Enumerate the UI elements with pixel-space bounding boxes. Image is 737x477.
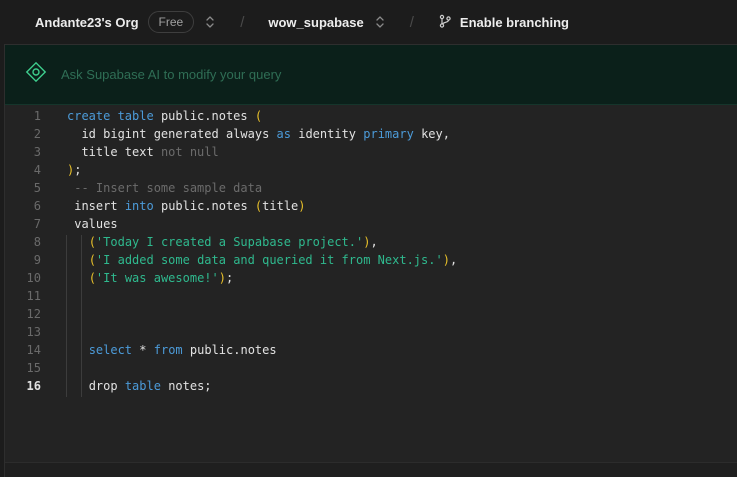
code-line: 8 ('Today I created a Supabase project.'… [5, 233, 737, 251]
code-line: 10 ('It was awesome!'); [5, 269, 737, 287]
code-text: ('Today I created a Supabase project.'), [88, 235, 378, 249]
ai-prompt-bar[interactable]: Ask Supabase AI to modify your query [5, 45, 737, 105]
line-number: 2 [33, 127, 41, 141]
code-text: ); [67, 163, 82, 177]
org-selector[interactable]: Andante23's Org Free [35, 11, 216, 33]
line-number: 9 [33, 253, 41, 267]
code-line: 14 select * from public.notes [5, 341, 737, 359]
code-text: title text not null [81, 145, 219, 159]
line-number: 12 [26, 307, 41, 321]
breadcrumb-separator: / [409, 13, 414, 31]
line-number: 3 [33, 145, 41, 159]
ai-prompt-input[interactable]: Ask Supabase AI to modify your query [61, 67, 281, 82]
code-text: select * from public.notes [88, 343, 277, 357]
git-branch-icon [438, 14, 460, 31]
chevron-up-down-icon[interactable] [204, 15, 216, 29]
line-number: 1 [33, 109, 41, 123]
line-number: 7 [33, 217, 41, 231]
plan-badge: Free [147, 11, 195, 33]
code-text: create table public.notes ( [67, 109, 263, 123]
code-line: 2 id bigint generated always as identity… [5, 125, 737, 143]
line-number: 16 [26, 379, 41, 393]
line-number: 11 [26, 289, 41, 303]
line-number: 8 [33, 235, 41, 249]
code-text: ('It was awesome!'); [88, 271, 234, 285]
code-line: 12 [5, 305, 737, 323]
line-number: 6 [33, 199, 41, 213]
enable-branching-label: Enable branching [459, 14, 569, 30]
sql-editor-panel: Ask Supabase AI to modify your query 1 cr… [4, 44, 737, 477]
code-line: 15 [5, 359, 737, 377]
code-line: 5 -- Insert some sample data [5, 179, 737, 197]
code-line: 9 ('I added some data and queried it fro… [5, 251, 737, 269]
chevron-up-down-icon[interactable] [374, 15, 386, 29]
supabase-ai-icon [25, 61, 47, 88]
code-text: values [74, 217, 118, 231]
code-comment: -- Insert some sample data [74, 181, 263, 195]
enable-branching-button[interactable]: Enable branching [438, 14, 569, 31]
org-name[interactable]: Andante23's Org [35, 15, 139, 30]
code-line: 13 [5, 323, 737, 341]
code-editor[interactable]: 1 create table public.notes ( 2 id bigint… [5, 107, 737, 397]
line-number: 10 [26, 271, 41, 285]
code-text: id bigint generated always as identity p… [81, 127, 450, 141]
code-line: 4); [5, 161, 737, 179]
code-line: 11 [5, 287, 737, 305]
code-text: drop table notes; [88, 379, 212, 393]
code-line: 7 values [5, 215, 737, 233]
code-line: 6 insert into public.notes (title) [5, 197, 737, 215]
line-number: 15 [26, 361, 41, 375]
code-line: 3 title text not null [5, 143, 737, 161]
project-selector[interactable]: wow_supabase [268, 15, 385, 30]
code-line: 1 create table public.notes ( [5, 107, 737, 125]
line-number: 5 [33, 181, 41, 195]
code-text: ('I added some data and queried it from … [88, 253, 458, 267]
line-number: 13 [26, 325, 41, 339]
code-text: insert into public.notes (title) [74, 199, 306, 213]
project-name[interactable]: wow_supabase [268, 15, 363, 30]
line-number: 4 [33, 163, 41, 177]
code-line-active: 16 drop table notes; [5, 377, 737, 395]
editor-footer [5, 462, 737, 477]
top-navigation-bar: Andante23's Org Free / wow_supabase / En… [0, 0, 737, 44]
line-number: 14 [26, 343, 41, 357]
breadcrumb-separator: / [240, 13, 245, 31]
